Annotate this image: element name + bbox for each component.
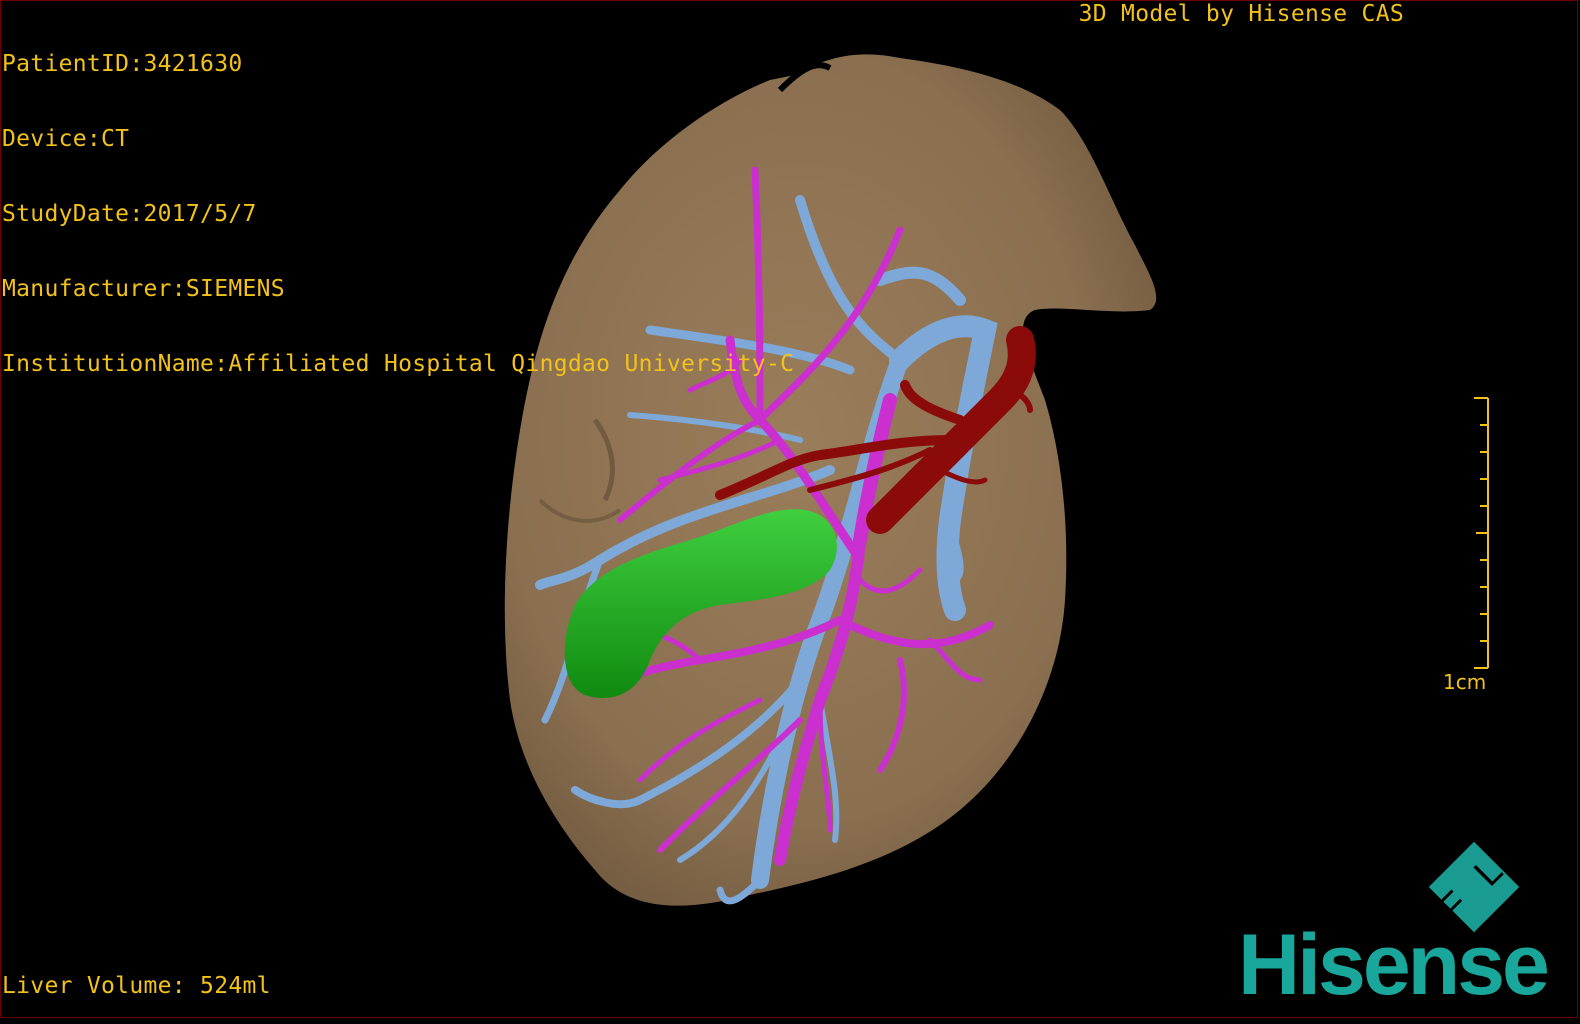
institution-text: InstitutionName:Affiliated Hospital Qing… bbox=[2, 351, 795, 377]
study-date-text: StudyDate:2017/5/7 bbox=[2, 201, 257, 227]
patient-id-text: PatientID:3421630 bbox=[2, 51, 243, 77]
manufacturer-text: Manufacturer:SIEMENS bbox=[2, 276, 285, 302]
hisense-wordmark: Hisense bbox=[1238, 917, 1550, 1013]
model-credit-text: 3D Model by Hisense CAS bbox=[1078, 1, 1404, 27]
scale-bar-label: 1cm bbox=[1443, 670, 1487, 694]
device-text: Device:CT bbox=[2, 126, 130, 152]
dicom-info-overlay: PatientID:3421630 Device:CT StudyDate:20… bbox=[2, 2, 794, 402]
liver-volume-text: Liver Volume: 524ml bbox=[2, 973, 271, 999]
